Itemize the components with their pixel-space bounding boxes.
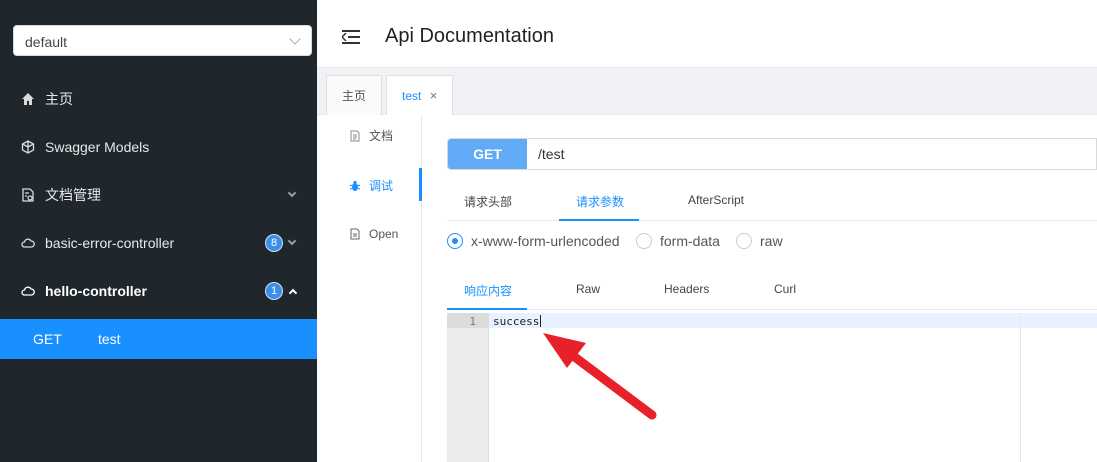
sidebar-item-swagger-models[interactable]: Swagger Models <box>0 123 317 171</box>
sidebar-item-doc-management[interactable]: 文档管理 <box>0 171 317 219</box>
document-settings-icon <box>21 188 35 202</box>
active-tab-underline <box>447 308 527 310</box>
tabs-bar: 主页 test × <box>317 69 1097 116</box>
text-cursor <box>540 315 542 327</box>
editor-gutter: 1 <box>447 313 489 462</box>
page-title: Api Documentation <box>385 25 554 47</box>
print-margin <box>1020 313 1021 462</box>
sidebar-item-hello-controller[interactable]: hello-controller 1 <box>0 267 317 315</box>
sidebar-item-label: 主页 <box>45 91 73 107</box>
cloud-icon <box>21 284 35 298</box>
tab-response-headers[interactable]: Headers <box>664 282 709 296</box>
cube-icon <box>21 140 35 154</box>
menu-fold-icon[interactable] <box>342 30 360 44</box>
response-tabs: 响应内容 Raw Headers Curl <box>447 272 1097 310</box>
tab-afterscript[interactable]: AfterScript <box>688 193 744 207</box>
tab-home[interactable]: 主页 <box>326 75 383 115</box>
radio-label: form-data <box>660 233 720 249</box>
group-select[interactable]: default <box>13 25 312 56</box>
file-icon <box>350 130 360 141</box>
radio-unchecked-icon <box>736 233 752 249</box>
side-tab-doc[interactable]: 文档 <box>349 127 393 144</box>
tab-response-raw[interactable]: Raw <box>576 282 600 296</box>
side-tab-debug[interactable]: 调试 <box>349 177 393 194</box>
file-text-icon <box>350 228 360 240</box>
request-path-input[interactable]: /test <box>538 146 564 162</box>
tab-response-curl[interactable]: Curl <box>774 282 796 296</box>
sidebar-item-home[interactable]: 主页 <box>0 75 317 123</box>
sidebar: default 主页 Swagger Models 文档管理 basic-err… <box>0 0 317 462</box>
cloud-icon <box>21 236 35 250</box>
line-number: 1 <box>469 315 476 328</box>
sidebar-item-basic-error-controller[interactable]: basic-error-controller 8 <box>0 219 317 267</box>
home-icon <box>21 92 35 106</box>
side-tab-label: Open <box>369 227 399 241</box>
count-badge: 8 <box>265 234 283 252</box>
tab-response-content[interactable]: 响应内容 <box>464 282 512 299</box>
radio-label: x-www-form-urlencoded <box>471 233 620 249</box>
sidebar-item-label: 文档管理 <box>45 187 101 203</box>
response-body-text: success <box>493 315 540 328</box>
active-tab-underline <box>559 219 639 221</box>
tab-request-headers[interactable]: 请求头部 <box>464 193 512 210</box>
api-item-get-test[interactable]: GET test <box>0 319 317 359</box>
bug-icon <box>349 180 361 191</box>
editor-code-line: success <box>493 315 542 328</box>
top-header: Api Documentation <box>317 0 1097 68</box>
side-tab-label: 调试 <box>369 179 394 193</box>
gutter-active-line <box>447 313 489 328</box>
active-side-tab-indicator <box>419 168 422 201</box>
radio-unchecked-icon <box>636 233 652 249</box>
tab-label: test <box>402 89 422 103</box>
api-path-label: test <box>98 331 121 347</box>
radio-label: raw <box>760 233 783 249</box>
request-method-button[interactable]: GET <box>448 139 527 169</box>
radio-x-www-form-urlencoded[interactable]: x-www-form-urlencoded <box>447 233 620 249</box>
api-method-label: GET <box>33 331 62 347</box>
tab-label: 主页 <box>342 89 367 103</box>
param-tabs: 请求头部 请求参数 AfterScript <box>447 181 1097 221</box>
app-root: default 主页 Swagger Models 文档管理 basic-err… <box>0 0 1097 462</box>
tab-request-params[interactable]: 请求参数 <box>576 193 624 210</box>
active-line-highlight <box>489 313 1097 328</box>
close-icon[interactable]: × <box>430 88 438 103</box>
radio-form-data[interactable]: form-data <box>636 233 720 249</box>
group-select-value: default <box>25 34 68 50</box>
request-url-bar[interactable]: GET /test <box>447 138 1097 170</box>
side-tab-label: 文档 <box>369 129 394 143</box>
main-content: 文档 调试 Open GET /test 请求头部 请求参数 AfterScri… <box>317 115 1097 462</box>
radio-raw[interactable]: raw <box>736 233 783 249</box>
count-badge: 1 <box>265 282 283 300</box>
response-editor[interactable]: 1 success <box>447 313 1097 462</box>
side-tab-open[interactable]: Open <box>349 227 398 241</box>
chevron-down-icon <box>289 33 301 45</box>
sidebar-item-label: Swagger Models <box>45 139 150 155</box>
radio-checked-icon <box>447 233 463 249</box>
tab-test[interactable]: test × <box>386 75 454 116</box>
